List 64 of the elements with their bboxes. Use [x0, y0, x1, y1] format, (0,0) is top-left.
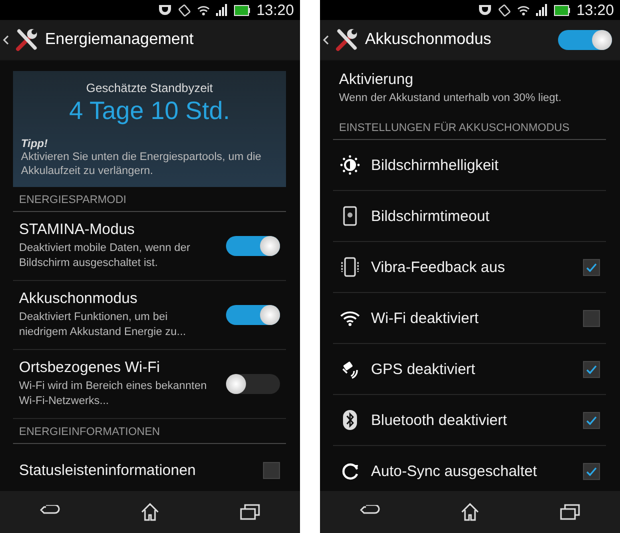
checkbox[interactable] [583, 310, 600, 326]
recent-apps-icon[interactable] [560, 504, 580, 520]
recent-apps-icon[interactable] [240, 504, 260, 520]
setting-description: Wenn der Akkustand unterhalb von 30% liegt. [339, 90, 562, 106]
setting-description: Deaktiviert mobile Daten, wenn der Bildschirm ausgeschaltet ist. [19, 241, 192, 270]
shield-icon [478, 4, 492, 16]
section-header: ENERGIEINFORMATIONEN [13, 418, 286, 444]
shield-icon [158, 4, 172, 16]
checkbox[interactable] [583, 462, 600, 480]
satellite-icon [340, 359, 360, 379]
setting-title: Wi-Fi deaktiviert [371, 310, 480, 326]
checkbox[interactable] [583, 412, 600, 428]
tip-text: Aktivieren Sie unten die Energiespartools, um die Akkulaufzeit zu verlängern. [21, 150, 262, 179]
toggle-switch[interactable] [226, 304, 280, 325]
vibrate-icon [498, 4, 512, 16]
toggle-switch[interactable] [226, 236, 280, 256]
back-caret-icon[interactable] [3, 35, 9, 45]
setting-title: Statusleisteninformationen [19, 462, 197, 480]
home-icon[interactable] [140, 502, 160, 522]
setting-title: GPS deaktiviert [371, 360, 476, 378]
sun-icon [340, 155, 360, 175]
setting-title: Auto-Sync ausgeschaltet [371, 462, 538, 480]
section-header: ENERGIESPARMODI [13, 186, 286, 212]
vibrating-phone-icon [341, 257, 359, 277]
setting-description: Wi-Fi wird im Bereich eines bekannten Wi-Fi-Netzwerks... [19, 379, 208, 408]
wifi-icon [340, 310, 360, 326]
clock: 13:20 [256, 2, 294, 18]
battery-icon [234, 4, 250, 16]
screen-title: Energiemanagement [45, 31, 195, 49]
signal-icon [216, 4, 228, 16]
setting-description: Deaktiviert Funktionen, um bei niedrigem Akkustand Energie zu... [19, 310, 187, 339]
battery-icon [554, 4, 570, 16]
screen-title: Akkuschonmodus [365, 31, 492, 49]
checkbox[interactable] [583, 258, 600, 276]
wifi-icon [197, 4, 210, 16]
setting-title: Ortsbezogenes Wi-Fi [19, 359, 161, 376]
card-label: Geschätzte Standbyzeit [85, 81, 214, 95]
checkbox[interactable] [583, 360, 600, 378]
bluetooth-icon [343, 410, 357, 430]
home-icon[interactable] [460, 502, 480, 522]
standby-time: 4 Tage 10 Std. [68, 97, 231, 126]
setting-title: STAMINA-Modus [19, 221, 136, 238]
toggle-switch[interactable] [558, 30, 612, 50]
check-icon [586, 416, 597, 424]
toggle-switch[interactable] [226, 374, 280, 394]
setting-title: Vibra-Feedback aus [371, 258, 506, 276]
back-caret-icon[interactable] [323, 35, 329, 45]
setting-title: Akkuschonmodus [19, 290, 138, 308]
setting-title: Bluetooth deaktiviert [371, 412, 508, 428]
signal-icon [536, 4, 548, 16]
phone-icon [343, 206, 357, 226]
section-header: EINSTELLUNGEN FÜR AKKUSCHONMODUS [333, 115, 606, 140]
clock: 13:20 [576, 2, 614, 18]
setting-title: Aktivierung [339, 70, 414, 88]
checkbox[interactable] [263, 462, 280, 480]
check-icon [586, 262, 597, 272]
wifi-icon [517, 4, 530, 16]
check-icon [586, 466, 597, 476]
tip-title: Tipp! [21, 138, 49, 150]
setting-title: Bildschirmhelligkeit [371, 156, 500, 174]
vibrate-icon [178, 4, 192, 16]
check-icon [586, 364, 597, 374]
sync-icon [340, 461, 360, 481]
setting-title: Bildschirmtimeout [371, 208, 490, 224]
